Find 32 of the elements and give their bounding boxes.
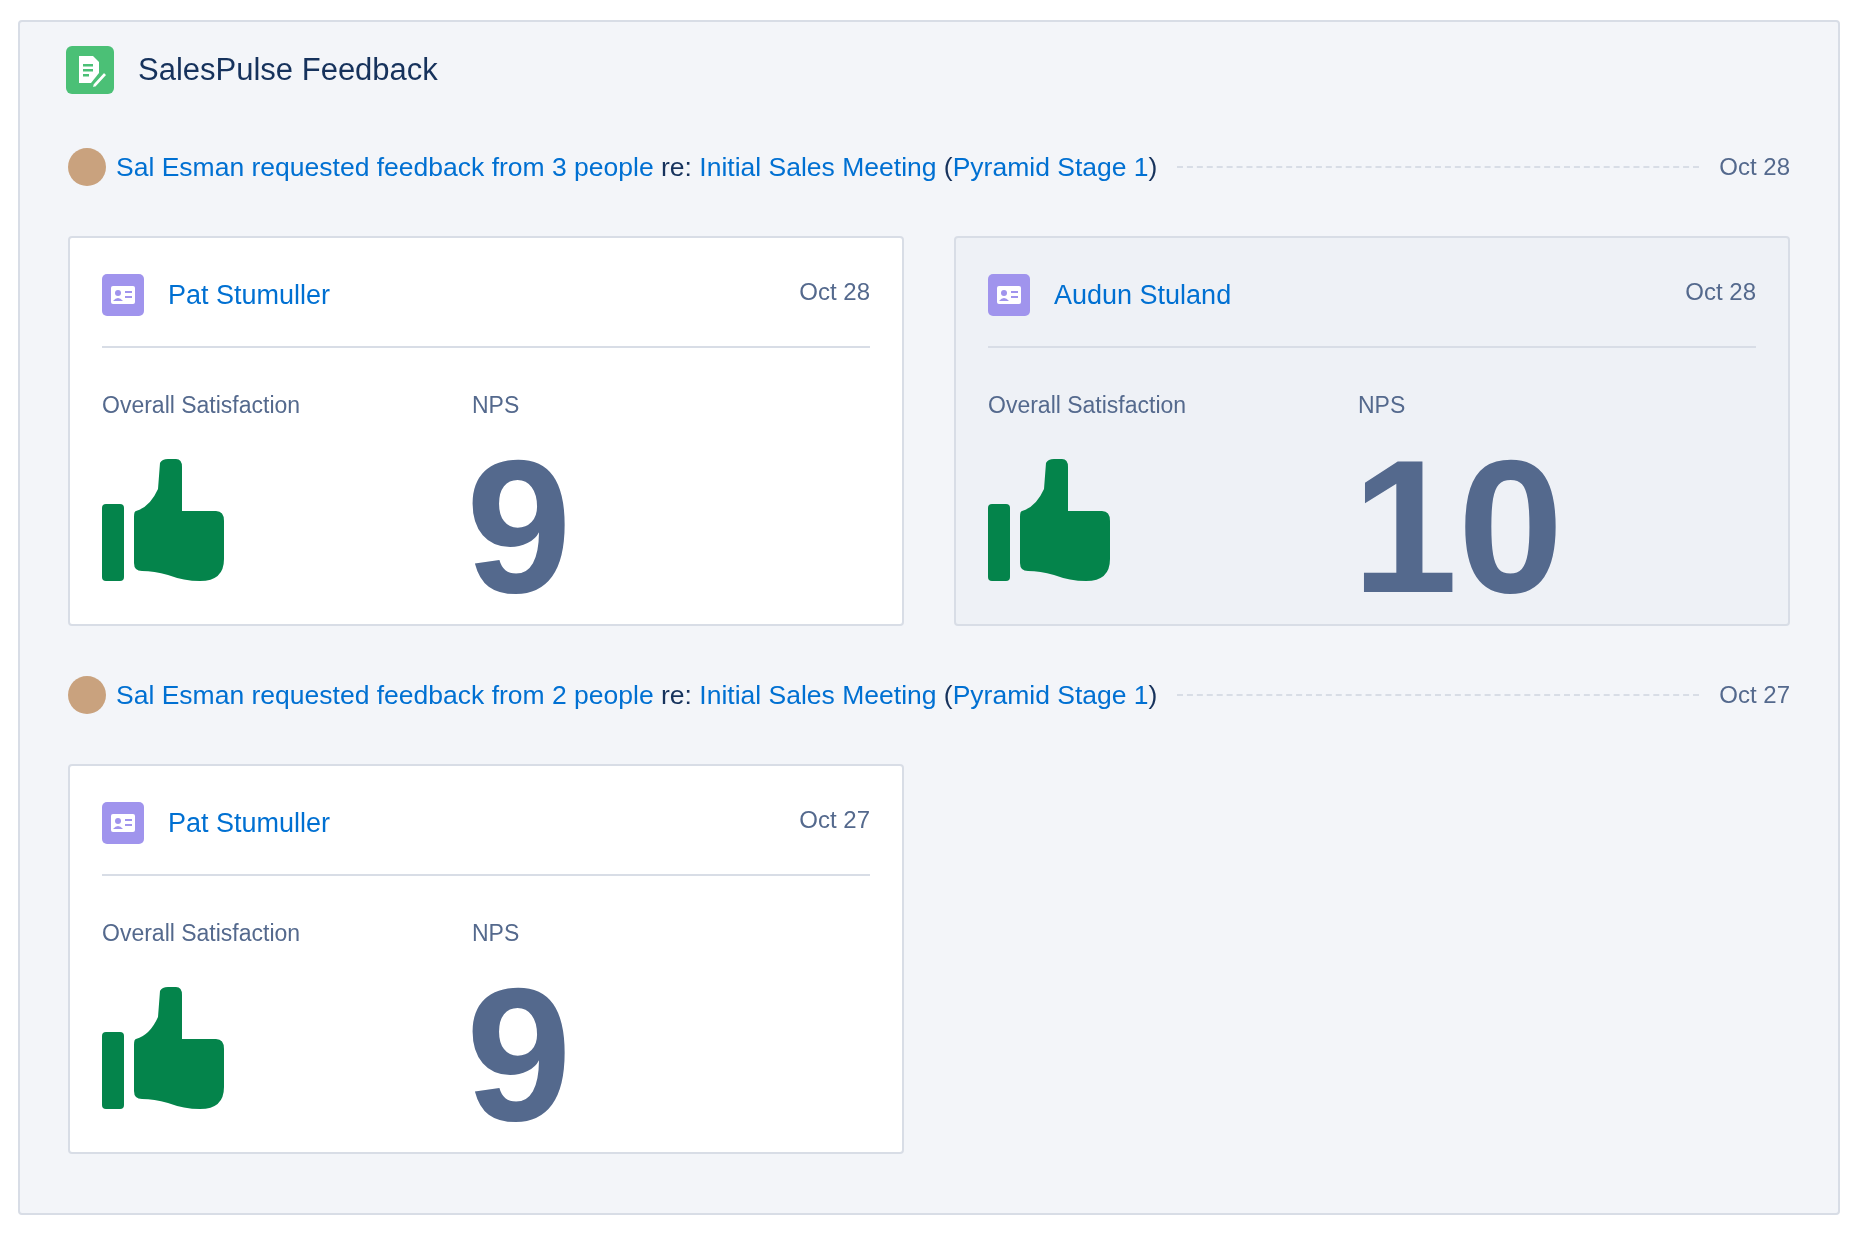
respondent-name-link[interactable]: Pat Stumuller [168, 807, 800, 839]
avatar [68, 148, 106, 186]
nps-score: 9 [466, 959, 573, 1149]
contact-card-icon [988, 274, 1030, 316]
response-date: Oct 27 [799, 806, 870, 834]
request-link[interactable]: Pyramid Stage 1 [952, 679, 1149, 710]
respondent-name-link[interactable]: Pat Stumuller [168, 279, 800, 311]
nps-label: NPS [472, 920, 521, 947]
contact-card-icon [102, 802, 144, 844]
satisfaction-label: Overall Satisfaction [102, 920, 302, 947]
feedback-request-text: Sal Esman requested feedback from 2 people re: Initial Sales Meeting (Pyramid Stage 1) [116, 679, 1158, 711]
document-pen-icon [66, 46, 114, 94]
request-link[interactable]: Initial Sales Meeting [699, 679, 937, 710]
nps-score: 9 [466, 431, 573, 621]
request-link[interactable]: Pyramid Stage 1 [952, 151, 1149, 182]
request-link[interactable]: Sal Esman requested feedback from 2 people [116, 679, 654, 710]
response-date: Oct 28 [799, 278, 870, 306]
feedback-request-text: Sal Esman requested feedback from 3 people re: Initial Sales Meeting (Pyramid Stage 1) [116, 151, 1158, 183]
avatar [68, 676, 106, 714]
satisfaction-label: Overall Satisfaction [102, 392, 302, 419]
response-date: Oct 28 [1685, 278, 1756, 306]
request-link[interactable]: Initial Sales Meeting [699, 151, 937, 182]
satisfaction-label: Overall Satisfaction [988, 392, 1188, 419]
nps-score: 10 [1352, 431, 1565, 621]
page-title: SalesPulse Feedback [138, 52, 438, 88]
contact-card-icon [102, 274, 144, 316]
respondent-name-link[interactable]: Audun Stuland [1054, 279, 1686, 311]
nps-label: NPS [1358, 392, 1407, 419]
request-link[interactable]: Sal Esman requested feedback from 3 people [116, 151, 654, 182]
nps-label: NPS [472, 392, 521, 419]
request-date: Oct 27 [1719, 681, 1790, 709]
request-date: Oct 28 [1719, 153, 1790, 181]
